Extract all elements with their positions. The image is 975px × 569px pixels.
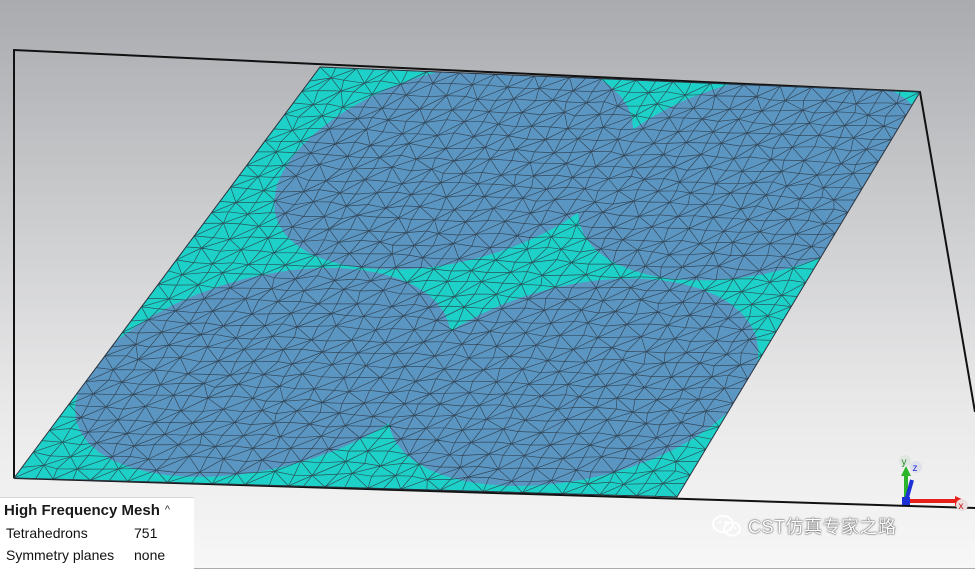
mesh-info-title: High Frequency Mesh <box>4 501 160 519</box>
axis-z-label: z <box>913 463 918 474</box>
info-value: 751 <box>134 525 158 541</box>
mesh-info-header[interactable]: High Frequency Mesh ^ <box>0 498 194 522</box>
info-row-symmetry-planes: Symmetry planes none <box>0 544 194 566</box>
axis-x-label: x <box>959 501 964 512</box>
wechat-icon <box>712 515 741 537</box>
mesh-info-panel: High Frequency Mesh ^ Tetrahedrons 751 S… <box>0 497 194 569</box>
mesh-view[interactable]: y z x <box>0 0 975 568</box>
axis-y-label: y <box>902 457 907 468</box>
axis-triad[interactable]: y z x <box>899 455 968 512</box>
info-key: Tetrahedrons <box>6 525 88 541</box>
3d-viewport[interactable]: y z x <box>0 0 975 568</box>
collapse-icon[interactable]: ^ <box>165 504 170 516</box>
mesh-unit-cell <box>14 67 920 497</box>
info-row-tetrahedrons: Tetrahedrons 751 <box>0 522 194 544</box>
info-value: none <box>134 547 166 563</box>
axis-origin <box>902 497 910 505</box>
watermark: CST仿真专家之路 <box>712 512 897 540</box>
watermark-text: CST仿真专家之路 <box>748 517 897 537</box>
info-key: Symmetry planes <box>6 547 115 563</box>
